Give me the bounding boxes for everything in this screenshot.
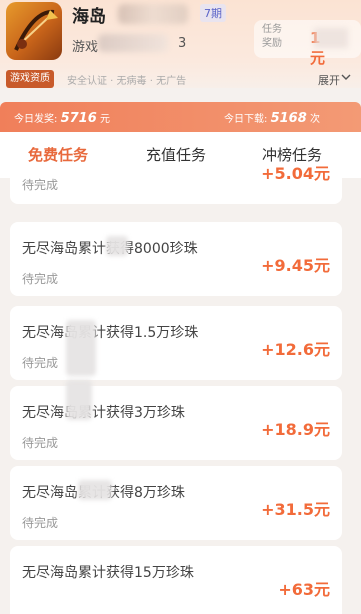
task-card[interactable]: 无尽海岛累计获得8000珍珠 待完成 +9.45元 xyxy=(10,222,342,296)
task-reward: +18.9元 xyxy=(261,420,330,439)
redacted-subtitle xyxy=(98,34,168,52)
task-status: 待完成 xyxy=(22,178,59,192)
task-reward-box: 任务奖励 1元 xyxy=(254,20,361,67)
task-status: 待完成 xyxy=(22,436,59,450)
redaction xyxy=(66,320,96,376)
redacted-name xyxy=(118,4,188,24)
tab-free-tasks[interactable]: 免费任务 xyxy=(28,144,88,165)
qualification-row: 游戏资质 安全认证 · 无病毒 · 无广告 展开 xyxy=(0,68,361,90)
task-card[interactable]: 无尽海岛累计获得1.5万珍珠 待完成 +12.6元 xyxy=(10,306,342,380)
payout-stat: 今日发奖: 5716 元 xyxy=(14,111,110,126)
task-title: 无尽海岛累计获得3万珍珠 xyxy=(22,405,185,421)
task-reward-label: 任务奖励 xyxy=(262,24,282,49)
app-subtitle-number: 3 xyxy=(178,36,187,51)
qualification-items: 安全认证 · 无病毒 · 无广告 xyxy=(67,76,187,87)
redaction xyxy=(78,480,112,500)
task-card[interactable]: 无尽海岛累计获得8万珍珠 待完成 +31.5元 xyxy=(10,466,342,540)
app-subtitle: 游戏 xyxy=(72,40,99,55)
downloads-stat: 今日下载: 5168 次 xyxy=(224,111,320,126)
task-card[interactable]: 无尽海岛累计获得3万珍珠 待完成 +18.9元 xyxy=(10,380,342,460)
stats-banner: 今日发奖: 5716 元 今日下载: 5168 次 xyxy=(0,102,361,132)
task-reward: +63元 xyxy=(278,580,330,599)
qualification-badge: 游戏资质 xyxy=(6,70,54,88)
task-card[interactable]: 待完成 +5.04元 xyxy=(10,164,342,204)
redaction xyxy=(66,380,92,420)
task-reward: +9.45元 xyxy=(261,256,330,275)
expand-button[interactable]: 展开 xyxy=(318,72,340,88)
task-status: 待完成 xyxy=(22,272,59,286)
task-reward: +5.04元 xyxy=(261,164,330,183)
task-title: 无尽海岛累计获得15万珍珠 xyxy=(22,565,194,581)
task-reward: +12.6元 xyxy=(261,340,330,359)
period-badge: 7期 xyxy=(200,4,226,22)
app-name: 海岛 xyxy=(72,7,106,27)
task-card[interactable]: 无尽海岛累计获得15万珍珠 +63元 xyxy=(10,546,342,614)
redacted-reward xyxy=(314,28,348,48)
chevron-down-icon[interactable] xyxy=(341,72,351,82)
app-icon xyxy=(6,2,62,60)
task-reward: +31.5元 xyxy=(261,500,330,519)
tab-recharge-tasks[interactable]: 充值任务 xyxy=(146,144,206,165)
redaction xyxy=(106,236,128,256)
task-title: 无尽海岛累计获得1.5万珍珠 xyxy=(22,325,199,341)
task-status: 待完成 xyxy=(22,516,59,530)
task-list: 待完成 +5.04元 无尽海岛累计获得8000珍珠 待完成 +9.45元 无尽海… xyxy=(0,164,361,614)
task-status: 待完成 xyxy=(22,356,59,370)
